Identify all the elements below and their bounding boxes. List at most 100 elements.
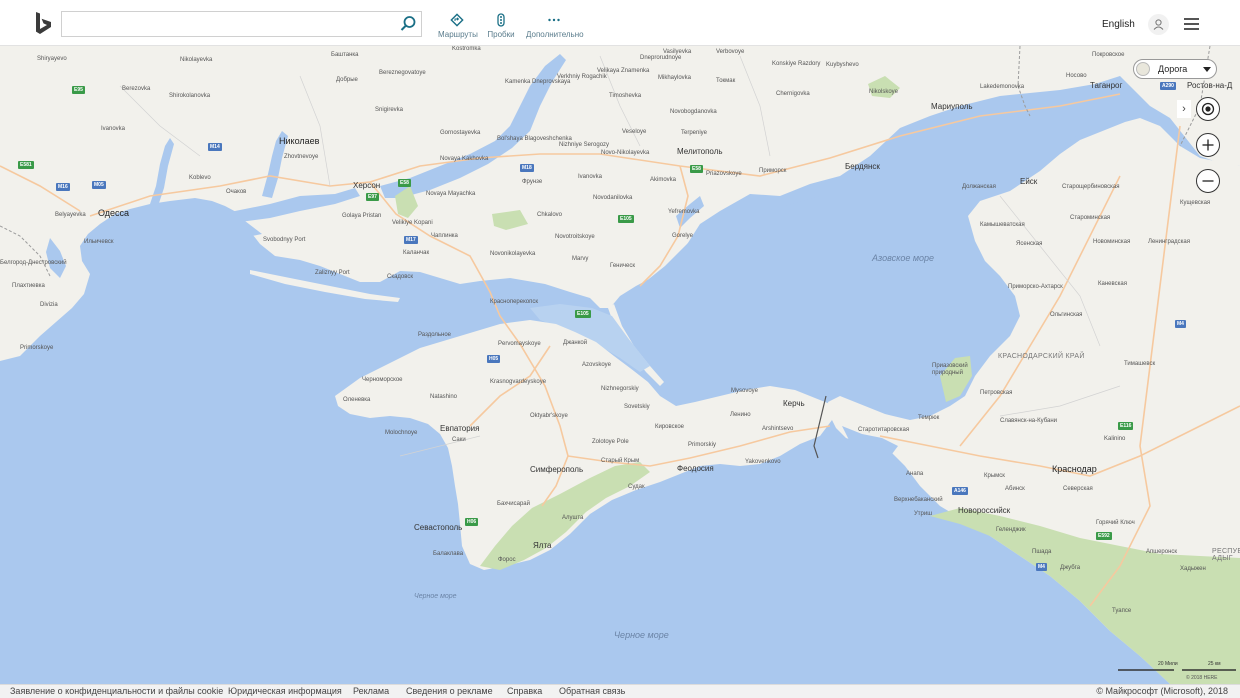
town-label: Покровское: [1092, 52, 1125, 58]
more-dots-icon: [548, 18, 560, 22]
map-attribution: © 2018 HERE: [1186, 675, 1218, 681]
town-label: Belyayevka: [55, 212, 86, 218]
town-label: Zolotoye Pole: [592, 439, 629, 445]
user-account-button[interactable]: [1148, 14, 1169, 35]
road-shield: E581: [18, 161, 34, 169]
map-canvas[interactable]: Азовское море Черное море Черное море Од…: [0, 46, 1240, 684]
town-label: Novobogdanovka: [670, 109, 717, 115]
sea-label-azov: Азовское море: [872, 253, 935, 263]
road-shield: M16: [56, 183, 70, 191]
map-style-dropdown[interactable]: Дорога: [1133, 59, 1217, 79]
town-label: Nikolskoye: [869, 89, 899, 95]
town-label: Veseloye: [622, 129, 647, 135]
road-shield: M4: [1036, 563, 1047, 571]
town-label: Ясенская: [1016, 241, 1043, 247]
town-label: Старый Крым: [601, 458, 640, 464]
zoom-in-button[interactable]: [1196, 133, 1220, 157]
town-label: Балаклава: [433, 551, 464, 557]
town-label: Primorskoye: [20, 345, 54, 351]
city-label: Novaya Kakhovka: [440, 156, 489, 162]
town-label: Каланчак: [403, 250, 430, 256]
town-label: Славянск-на-Кубани: [1000, 418, 1057, 424]
city-label: Геническ: [610, 263, 635, 269]
hamburger-menu-button[interactable]: [1184, 18, 1199, 30]
city-label: Ростов-на-Д: [1187, 81, 1233, 90]
town-label: Крымск: [984, 473, 1005, 479]
sea-label-black: Черное море: [614, 630, 669, 640]
locate-me-button[interactable]: [1196, 97, 1220, 121]
region-label: РЕСПУБЛИКА АДЫГ: [1212, 548, 1240, 562]
town-label: Velikiye Kopani: [392, 220, 433, 226]
search-box[interactable]: [61, 11, 422, 37]
footer: Заявление о конфиденциальности и файлы c…: [0, 684, 1240, 698]
search-icon[interactable]: [399, 15, 417, 33]
town-label: Каневская: [1098, 281, 1127, 287]
town-label: Старотитаровская: [858, 427, 910, 433]
town-label: Novo-Nikolayevka: [601, 150, 650, 156]
top-bar: Маршруты Пробки Дополнительно English: [0, 0, 1240, 46]
city-label: Красноперекопск: [490, 299, 538, 305]
search-input[interactable]: [70, 15, 390, 33]
town-label: Yakovenkovo: [745, 459, 781, 465]
city-label: Одесса: [98, 208, 130, 218]
city-label: Бахчисарай: [497, 501, 530, 507]
town-label: Баштанка: [331, 52, 359, 58]
footer-link-legal[interactable]: Юридическая информация: [228, 686, 342, 696]
nav-directions[interactable]: Маршруты: [438, 13, 478, 41]
town-label: Gorelye: [672, 233, 694, 239]
footer-link-advertise[interactable]: Реклама: [353, 686, 389, 696]
footer-link-feedback[interactable]: Обратная связь: [559, 686, 625, 696]
town-label: Пшада: [1032, 549, 1052, 555]
town-label: Shiryayevo: [37, 56, 67, 62]
town-label: Старощербиновская: [1062, 184, 1120, 190]
footer-link-about-ads[interactable]: Сведения о рекламе: [406, 686, 493, 696]
town-label: Azovskoye: [582, 362, 612, 368]
town-label: Nikolayevka: [180, 57, 213, 63]
road-shield: M4: [1175, 320, 1186, 328]
town-label: Геленджик: [996, 527, 1026, 533]
town-label: Molochnoye: [385, 430, 418, 436]
town-label: Раздольное: [418, 332, 452, 338]
town-label: Ольгинская: [1050, 312, 1083, 318]
plus-icon: [1202, 139, 1214, 151]
town-label: Ильичевск: [84, 239, 114, 245]
town-label: Novotroitskoye: [555, 234, 595, 240]
town-label: Golaya Pristan: [342, 213, 382, 219]
town-label: Mysovoye: [731, 388, 759, 394]
town-label: Белгород-Днестровский: [0, 260, 67, 266]
city-label: Николаев: [279, 136, 320, 146]
town-label: Камышеватская: [980, 222, 1025, 228]
town-label: Апшеронск: [1146, 549, 1178, 555]
road-shield: E105: [575, 310, 591, 318]
language-link[interactable]: English: [1102, 19, 1135, 30]
town-label: Shirokolanovka: [169, 93, 211, 99]
town-label: Kalinino: [1104, 436, 1126, 442]
city-label: Должанская: [962, 184, 996, 190]
traffic-light-icon: [497, 13, 505, 27]
town-label: Плахтиевка: [12, 283, 45, 289]
footer-link-privacy[interactable]: Заявление о конфиденциальности и файлы c…: [10, 686, 223, 696]
city-label: Ялта: [533, 541, 552, 550]
town-label: Хадыжен: [1180, 566, 1206, 572]
town-label: Северская: [1063, 486, 1093, 492]
town-label: Timoshevka: [609, 93, 642, 99]
city-label: Феодосия: [677, 464, 714, 473]
footer-link-help[interactable]: Справка: [507, 686, 542, 696]
nav-traffic[interactable]: Пробки: [486, 13, 516, 41]
road-shield: A290: [1160, 82, 1176, 90]
road-shield: A146: [952, 487, 968, 495]
town-label: Кировское: [655, 424, 685, 430]
town-label: Nizhniye Serogozy: [559, 142, 610, 148]
town-label: Приморско-Ахтарск: [1008, 284, 1063, 290]
zoom-out-button[interactable]: [1196, 169, 1220, 193]
town-label: Zhovtnevoye: [284, 154, 319, 160]
city-label: Бердянск: [845, 162, 880, 171]
nav-more[interactable]: Дополнительно: [526, 13, 584, 41]
bing-logo[interactable]: [28, 9, 58, 39]
copyright: © Майкрософт (Microsoft), 2018: [1096, 686, 1228, 696]
town-label: Akimovka: [650, 177, 677, 183]
expand-controls-button[interactable]: ›: [1177, 100, 1191, 118]
city-label: Джанкой: [563, 340, 588, 346]
town-label: Ленинградская: [1148, 239, 1190, 245]
town-label: Lakedemonovka: [980, 84, 1025, 90]
